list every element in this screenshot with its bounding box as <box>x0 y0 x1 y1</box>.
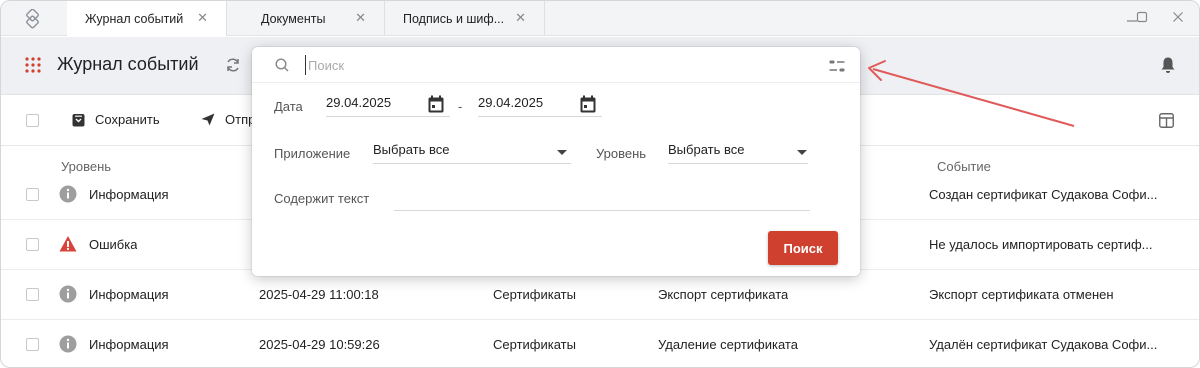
cell-event: Удалён сертификат Судакова Софи... <box>929 337 1158 352</box>
refresh-icon[interactable] <box>225 57 241 73</box>
search-button[interactable]: Поиск <box>768 231 838 265</box>
row-checkbox[interactable] <box>26 288 39 301</box>
app-logo-icon <box>26 9 39 29</box>
layout-icon[interactable] <box>1159 113 1174 128</box>
row-checkbox[interactable] <box>26 188 39 201</box>
close-icon[interactable]: ✕ <box>197 11 208 25</box>
close-icon[interactable]: ✕ <box>355 11 366 25</box>
title-bar: Журнал событий ✕ Документы ✕ Подпись и ш… <box>1 1 1199 36</box>
level-select-value: Выбрать все <box>668 142 745 157</box>
calendar-icon[interactable] <box>580 95 596 113</box>
close-icon[interactable]: ✕ <box>515 11 526 25</box>
date-to-value: 29.04.2025 <box>478 95 544 110</box>
search-popup: Дата 29.04.2025 - 29.04.2025 Приложение … <box>252 47 860 276</box>
cell-datetime: 2025-04-29 10:59:26 <box>259 337 380 352</box>
error-icon <box>59 236 77 252</box>
bell-icon[interactable] <box>1160 56 1176 74</box>
cell-action: Удаление сертификата <box>658 337 798 352</box>
cell-action: Экспорт сертификата <box>658 287 789 302</box>
maximize-icon <box>1136 11 1148 23</box>
tab-documents[interactable]: Документы ✕ <box>227 1 385 36</box>
level-label: Уровень <box>596 146 647 161</box>
send-button[interactable]: Отпр <box>201 112 255 127</box>
app-window: Журнал событий ✕ Документы ✕ Подпись и ш… <box>0 0 1200 368</box>
send-icon <box>201 113 215 126</box>
row-checkbox[interactable] <box>26 238 39 251</box>
apps-grid-icon[interactable] <box>25 57 41 73</box>
table-row[interactable]: Информация 2025-04-29 11:00:18 Сертифика… <box>1 270 1199 320</box>
tab-event-log[interactable]: Журнал событий ✕ <box>67 1 227 36</box>
search-input[interactable] <box>305 55 805 75</box>
application-select[interactable]: Выбрать все <box>373 138 571 164</box>
chevron-down-icon <box>797 150 807 155</box>
filter-icon[interactable] <box>829 59 845 73</box>
contains-text-label: Содержит текст <box>274 191 370 206</box>
cell-level: Ошибка <box>89 237 138 252</box>
cell-event: Создан сертификат Судакова Софи... <box>929 187 1158 202</box>
page-title: Журнал событий <box>57 54 199 74</box>
level-select[interactable]: Выбрать все <box>668 138 808 164</box>
cell-event: Не удалось импортировать сертиф... <box>929 237 1153 252</box>
tab-label: Журнал событий <box>85 11 184 26</box>
select-all-checkbox[interactable] <box>26 114 39 127</box>
cell-datetime: 2025-04-29 11:00:18 <box>259 287 379 302</box>
date-label: Дата <box>274 99 303 114</box>
row-checkbox[interactable] <box>26 338 39 351</box>
close-icon <box>1173 12 1183 22</box>
info-icon <box>59 335 77 353</box>
send-label: Отпр <box>225 112 256 127</box>
date-from-value: 29.04.2025 <box>326 95 392 110</box>
search-bar <box>252 47 860 83</box>
tab-label: Подпись и шиф... <box>403 11 505 26</box>
cell-level: Информация <box>89 187 169 202</box>
chevron-down-icon <box>557 150 567 155</box>
cell-app: Сертификаты <box>493 337 576 352</box>
cell-event: Экспорт сертификата отменен <box>929 287 1114 302</box>
save-button[interactable]: Сохранить <box>72 112 160 127</box>
cell-level: Информация <box>89 337 169 352</box>
close-window-button[interactable] <box>1169 9 1187 27</box>
save-label: Сохранить <box>95 112 160 127</box>
tab-label: Документы <box>261 11 326 26</box>
date-separator: - <box>458 99 463 114</box>
info-icon <box>59 285 77 303</box>
application-select-value: Выбрать все <box>373 142 450 157</box>
table-row[interactable]: Информация 2025-04-29 10:59:26 Сертифика… <box>1 320 1199 367</box>
application-label: Приложение <box>274 146 351 161</box>
contains-text-input[interactable] <box>394 185 810 211</box>
maximize-button[interactable] <box>1133 9 1151 27</box>
cell-level: Информация <box>89 287 169 302</box>
search-icon <box>275 58 289 72</box>
cell-app: Сертификаты <box>493 287 576 302</box>
info-icon <box>59 185 77 203</box>
save-icon <box>72 113 85 126</box>
tab-signature-encryption[interactable]: Подпись и шиф... ✕ <box>385 1 545 36</box>
calendar-icon[interactable] <box>428 95 444 113</box>
